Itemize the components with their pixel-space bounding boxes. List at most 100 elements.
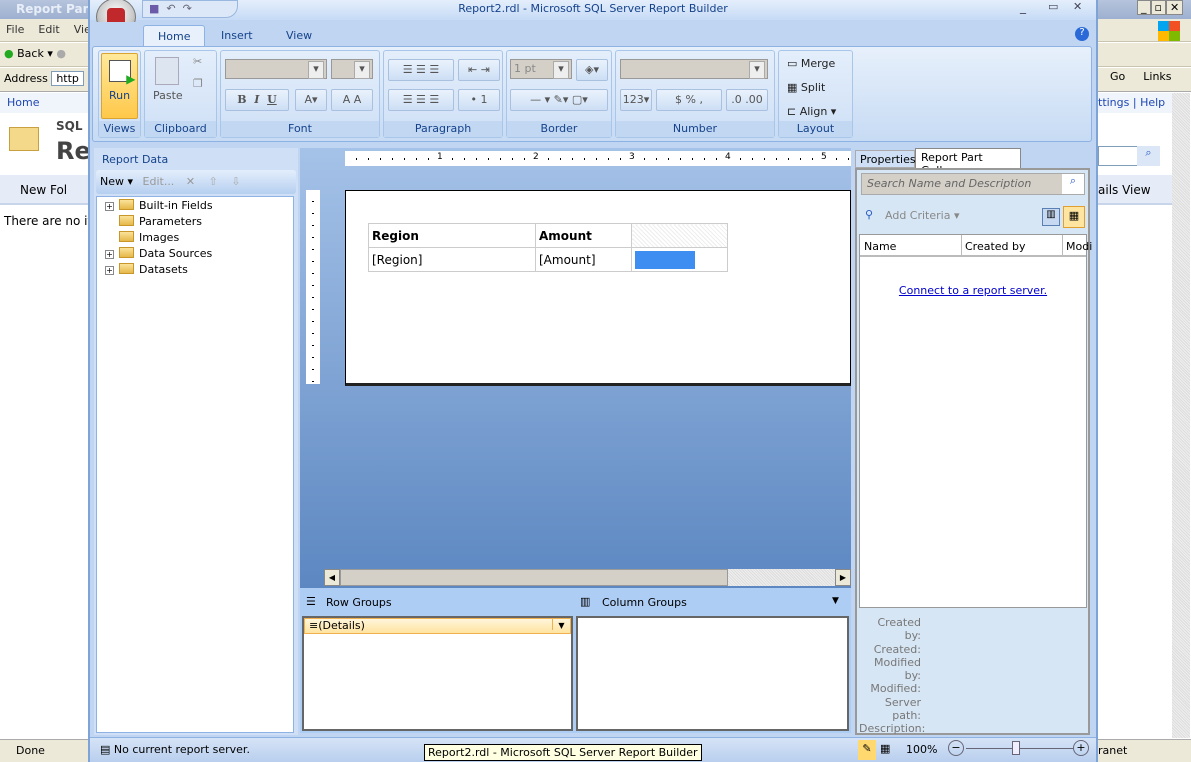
move-down-icon[interactable]: ⇩: [231, 175, 240, 188]
details-dropdown[interactable]: ▼: [552, 619, 570, 630]
tree-item-built-in-fields[interactable]: + Built-in Fields: [97, 199, 293, 215]
report-body[interactable]: Region Amount [Region] [Amount]: [345, 190, 851, 386]
cell-region[interactable]: [Region]: [368, 247, 536, 272]
ie-window-controls[interactable]: _ ▫ ✕: [1137, 0, 1191, 18]
decimal-buttons[interactable]: .0 .00: [726, 89, 768, 111]
column-created-by[interactable]: Created by: [961, 235, 1029, 255]
add-criteria-button[interactable]: Add Criteria ▾: [885, 209, 959, 222]
tab-report-part-gallery[interactable]: Report Part Gallery: [915, 148, 1021, 177]
gallery-search-input[interactable]: Search Name and Description ⌕: [861, 173, 1085, 195]
scroll-thumb[interactable]: [340, 569, 728, 586]
align-label: Align: [799, 105, 828, 118]
groups-menu-dropdown[interactable]: ▼: [832, 596, 839, 606]
currency-percent-comma[interactable]: $ % ,: [656, 89, 722, 111]
menu-file[interactable]: File: [6, 23, 24, 36]
details-group[interactable]: ≡(Details) ▼: [304, 618, 571, 634]
indent-buttons[interactable]: ⇤ ⇥: [458, 59, 500, 81]
zoom-out-button[interactable]: −: [948, 740, 964, 756]
group-label: Border: [507, 121, 611, 137]
add-criteria-icon: ⚲: [865, 208, 874, 221]
help-icon[interactable]: ?: [1075, 27, 1089, 41]
ribbon: ▶ Run Views Paste ✂ ❐ Clipboard B I U A▾…: [92, 46, 1092, 142]
copy-icon[interactable]: ❐: [193, 77, 203, 90]
save-icon[interactable]: ■: [149, 2, 159, 15]
forward-icon[interactable]: ●: [56, 47, 66, 60]
tab-properties[interactable]: Properties: [855, 150, 916, 168]
menu-edit[interactable]: Edit: [38, 23, 59, 36]
zoom-slider-thumb[interactable]: [1012, 741, 1020, 755]
gallery-results: Name Created by Modi Connect to a report…: [859, 234, 1092, 608]
report-table[interactable]: Region Amount [Region] [Amount]: [368, 223, 728, 272]
search-icon[interactable]: ⌕: [1137, 146, 1160, 166]
header-cell-amount[interactable]: Amount: [535, 223, 632, 248]
border-width-combo[interactable]: 1 pt: [510, 59, 572, 79]
design-surface[interactable]: 1 2 3 4 5 Region Amount [Region] [Amount]: [300, 148, 851, 588]
tree-item-parameters[interactable]: Parameters: [97, 215, 293, 231]
connect-server-link[interactable]: Connect to a report server.: [899, 284, 1047, 297]
column-name[interactable]: Name: [864, 240, 964, 253]
home-link[interactable]: Home: [7, 96, 39, 109]
column-modified[interactable]: Modi: [1062, 235, 1095, 255]
empty-message: There are no it: [4, 214, 93, 228]
font-color-button[interactable]: A▾: [295, 89, 327, 111]
tree-item-images[interactable]: Images: [97, 231, 293, 247]
design-view-icon[interactable]: ✎: [858, 740, 876, 760]
move-up-icon[interactable]: ⇧: [209, 175, 218, 188]
border-style-buttons[interactable]: — ▾ ✎▾ ▢▾: [510, 89, 608, 111]
cell-amount[interactable]: [Amount]: [535, 247, 632, 272]
quick-access-toolbar: ■ ↶ ↷: [142, 0, 238, 18]
go-button[interactable]: Go: [1110, 70, 1125, 83]
horizontal-scrollbar[interactable]: ◀ ▶: [324, 569, 851, 586]
ie-scrollbar[interactable]: [1172, 93, 1190, 738]
edit-button[interactable]: Edit...: [143, 175, 175, 188]
settings-help-links[interactable]: ttings | Help: [1098, 96, 1165, 109]
tree-item-datasets[interactable]: + Datasets: [97, 263, 293, 279]
sql-label: SQL: [56, 119, 83, 133]
run-button[interactable]: ▶ Run: [101, 53, 138, 119]
group-border: 1 pt ◈▾ — ▾ ✎▾ ▢▾ Border: [506, 50, 612, 138]
fill-color-button[interactable]: ◈▾: [576, 59, 608, 81]
placeholder-format-button[interactable]: 123▾: [620, 89, 652, 111]
links-button[interactable]: Links: [1143, 70, 1171, 83]
column-groups-list: [576, 616, 849, 731]
ie-status-text: Done: [16, 744, 45, 757]
paste-button[interactable]: Paste: [153, 89, 183, 102]
header-cell-empty[interactable]: [631, 223, 728, 248]
tab-insert[interactable]: Insert: [207, 25, 267, 47]
merge-button[interactable]: ▭ Merge: [787, 57, 835, 70]
cell-selected[interactable]: [631, 247, 728, 272]
undo-icon[interactable]: ↶: [166, 2, 175, 15]
zoom-in-button[interactable]: +: [1073, 740, 1089, 756]
align-button[interactable]: ⊏ Align ▾: [787, 105, 836, 118]
list-buttons[interactable]: • 1: [458, 89, 500, 111]
back-button[interactable]: Back: [17, 47, 44, 60]
horizontal-align-buttons[interactable]: ☰ ☰ ☰: [388, 89, 454, 111]
new-folder-button[interactable]: New Fol: [20, 183, 67, 197]
font-grow-shrink[interactable]: A A: [331, 89, 373, 111]
split-button[interactable]: ▦ Split: [787, 81, 825, 94]
redo-icon[interactable]: ↷: [183, 2, 192, 15]
header-cell-region[interactable]: Region: [368, 223, 536, 248]
new-button[interactable]: New: [100, 175, 124, 188]
cut-icon[interactable]: ✂: [193, 55, 202, 68]
vertical-align-buttons[interactable]: ☰ ☰ ☰: [388, 59, 454, 81]
bold-italic-underline[interactable]: B I U: [225, 89, 289, 111]
tab-home[interactable]: Home: [143, 25, 206, 47]
delete-icon[interactable]: ✕: [186, 175, 195, 188]
close-button[interactable]: ✕: [1073, 0, 1082, 13]
paste-icon[interactable]: [155, 57, 179, 85]
number-format-combo[interactable]: [620, 59, 768, 79]
thumbnail-view-icon[interactable]: ▦: [1063, 206, 1085, 228]
tree-item-data-sources[interactable]: + Data Sources: [97, 247, 293, 263]
tab-view[interactable]: View: [272, 25, 326, 47]
preview-view-icon[interactable]: ▦: [880, 742, 890, 755]
address-input[interactable]: http: [51, 71, 84, 86]
font-name-combo[interactable]: [225, 59, 327, 79]
minimize-button[interactable]: _: [1020, 0, 1026, 14]
details-view-button[interactable]: ails View: [1098, 183, 1151, 197]
font-size-combo[interactable]: [331, 59, 373, 79]
maximize-button[interactable]: ▭: [1048, 0, 1058, 13]
list-view-icon[interactable]: ▥: [1042, 208, 1060, 226]
zoom-slider[interactable]: [966, 748, 1074, 749]
search-icon[interactable]: ⌕: [1062, 174, 1084, 194]
